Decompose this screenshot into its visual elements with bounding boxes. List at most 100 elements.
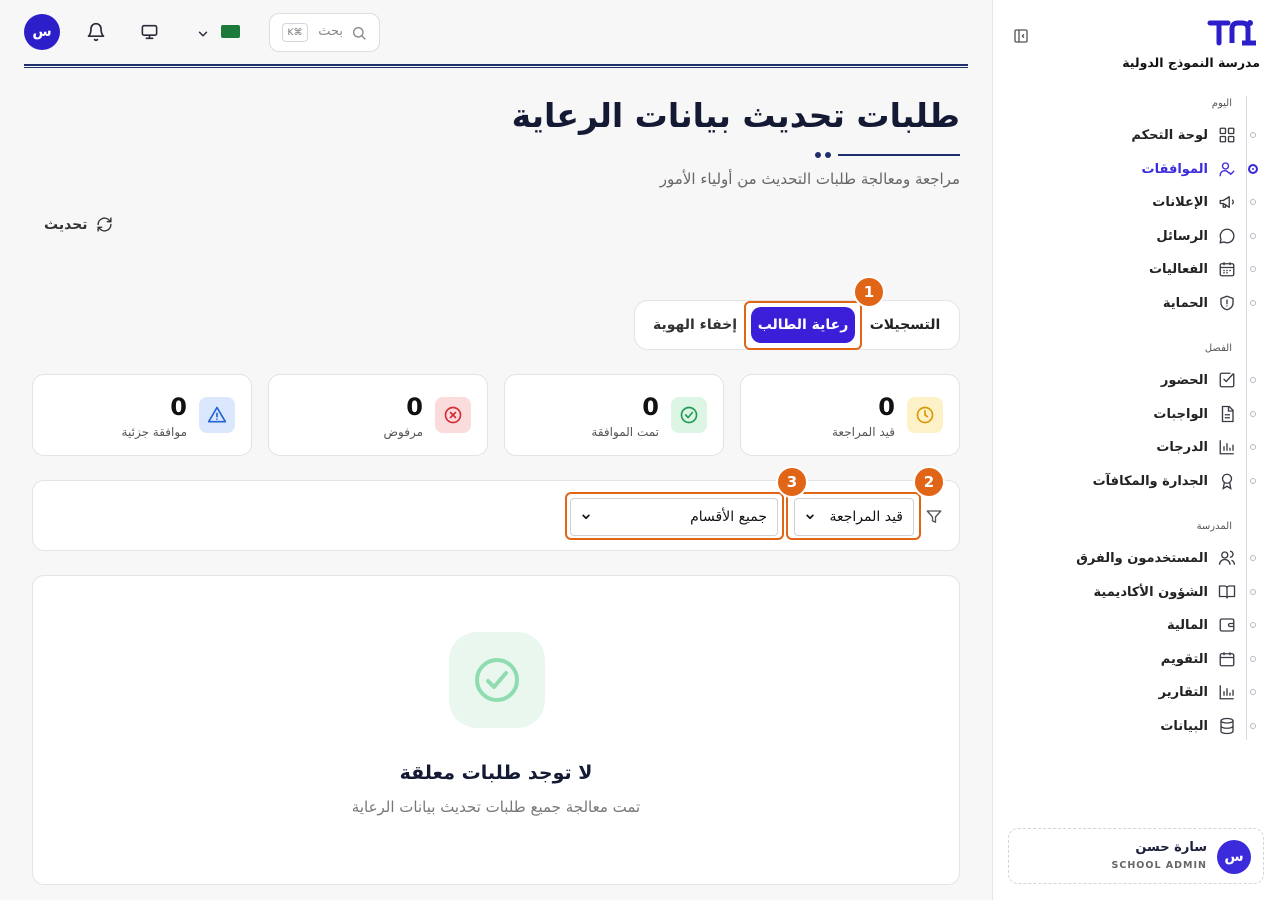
empty-state-title: لا توجد طلبات معلقة <box>399 762 593 784</box>
nav-dot <box>1248 164 1258 174</box>
dashboard-icon <box>1219 127 1235 143</box>
sidebar-item-academics[interactable]: الشؤون الأكاديمية <box>1016 579 1256 605</box>
stat-value: 0 <box>642 393 659 421</box>
sidebar-item-label: الإعلانات <box>1152 194 1208 210</box>
user-role: SCHOOL ADMIN <box>1111 860 1207 871</box>
nav-dot <box>1250 266 1256 272</box>
stat-value: 0 <box>170 393 187 421</box>
nav-dot <box>1250 199 1256 205</box>
warning-icon <box>199 397 235 433</box>
search-input[interactable]: K⌘ بحث <box>269 13 380 52</box>
sidebar-item-calendar[interactable]: التقويم <box>1016 646 1256 672</box>
language-flag-icon[interactable] <box>221 25 240 38</box>
sidebar-item-events[interactable]: الفعاليات <box>1016 256 1256 282</box>
sidebar-item-announcements[interactable]: الإعلانات <box>1016 189 1256 215</box>
shortcut-badge: K⌘ <box>282 23 308 42</box>
stat-label: موافقة جزئية <box>121 425 187 439</box>
nav-dot <box>1250 622 1256 628</box>
nav-dot <box>1250 589 1256 595</box>
calendar-icon <box>1219 262 1235 277</box>
sidebar-item-label: البيانات <box>1160 718 1208 734</box>
search-icon <box>353 27 366 40</box>
x-circle-icon <box>435 397 471 433</box>
sidebar-item-approvals[interactable]: الموافقات <box>1016 156 1258 182</box>
section-label-class: الفصل <box>1204 343 1232 354</box>
refresh-label: تحديث <box>44 216 88 233</box>
page-title: طلبات تحديث بيانات الرعاية <box>511 96 960 135</box>
chevron-down-icon[interactable] <box>196 24 210 44</box>
sidebar-item-label: الفعاليات <box>1148 261 1208 277</box>
nav-dot <box>1250 411 1256 417</box>
stat-label: مرفوض <box>383 425 424 439</box>
empty-state-panel: لا توجد طلبات معلقة تمت معالجة جميع طلبا… <box>32 575 960 885</box>
bar-chart-icon <box>1219 685 1234 700</box>
sidebar-item-label: الدرجات <box>1156 439 1208 455</box>
highlight-box-2 <box>786 492 921 540</box>
bell-icon[interactable] <box>86 22 106 42</box>
section-label-school: المدرسة <box>1196 521 1232 532</box>
clock-icon <box>907 397 943 433</box>
user-profile-card[interactable]: س سارة حسن SCHOOL ADMIN <box>1008 828 1264 884</box>
sidebar-item-safeguarding[interactable]: الحماية <box>1016 290 1256 316</box>
user-name: سارة حسن <box>1135 840 1207 855</box>
sidebar-item-homework[interactable]: الواجبات <box>1016 401 1256 427</box>
sidebar-item-label: الشؤون الأكاديمية <box>1093 584 1208 600</box>
sidebar-item-merits[interactable]: الجدارة والمكافآت <box>1016 468 1256 494</box>
stat-card-pending: 0 قيد المراجعة <box>740 374 960 456</box>
nav-dot <box>1250 300 1256 306</box>
stat-value: 0 <box>406 393 423 421</box>
sidebar-item-grades[interactable]: الدرجات <box>1016 434 1256 460</box>
page-subtitle: مراجعة ومعالجة طلبات التحديث من أولياء ا… <box>659 170 960 188</box>
sidebar-item-label: الرسائل <box>1156 228 1208 244</box>
sidebar-item-finance[interactable]: المالية <box>1016 612 1256 638</box>
calendar-icon <box>1219 652 1235 667</box>
chat-icon <box>1219 228 1235 244</box>
nav-dot <box>1250 233 1256 239</box>
empty-state-subtitle: تمت معالجة جميع طلبات تحديث بيانات الرعا… <box>351 798 641 816</box>
tab-registrations[interactable]: التسجيلات <box>863 307 947 343</box>
nav-dot <box>1250 444 1256 450</box>
sidebar-item-label: الحماية <box>1162 295 1208 311</box>
stat-value: 0 <box>878 393 895 421</box>
refresh-button[interactable]: تحديث <box>44 216 113 233</box>
header-divider <box>24 64 968 68</box>
user-avatar-button[interactable]: س <box>24 14 60 50</box>
check-circle-icon <box>449 632 545 728</box>
document-icon <box>1221 405 1234 423</box>
bar-chart-icon <box>1219 440 1234 455</box>
users-icon <box>1218 550 1236 565</box>
school-name: مدرسة النموذج الدولية <box>1122 55 1260 70</box>
stat-label: تمت الموافقة <box>591 425 659 439</box>
award-icon <box>1221 473 1233 490</box>
annotation-badge-1: 1 <box>853 276 885 308</box>
sidebar-item-label: التقارير <box>1158 684 1208 700</box>
nav-dot <box>1250 478 1256 484</box>
sidebar-item-messages[interactable]: الرسائل <box>1016 223 1256 249</box>
nav-dot <box>1250 377 1256 383</box>
checkbox-icon <box>1219 372 1235 388</box>
wallet-icon <box>1219 618 1235 632</box>
avatar: س <box>1217 840 1251 874</box>
annotation-badge-2: 2 <box>913 466 945 498</box>
stat-card-rejected: 0 مرفوض <box>268 374 488 456</box>
nav-dot <box>1250 689 1256 695</box>
sidebar-item-dashboard[interactable]: لوحة التحكم <box>1016 122 1256 148</box>
school-logo <box>1207 20 1256 46</box>
stat-label: قيد المراجعة <box>832 425 895 439</box>
stat-card-partial: 0 موافقة جزئية <box>32 374 252 456</box>
sidebar-item-label: الحضور <box>1160 372 1208 388</box>
sidebar-item-reports[interactable]: التقارير <box>1016 679 1256 705</box>
sidebar-collapse-icon[interactable] <box>1013 28 1029 44</box>
sidebar-item-users[interactable]: المستخدمون والفرق <box>1016 545 1256 571</box>
sidebar-item-data[interactable]: البيانات <box>1016 713 1256 739</box>
sidebar-item-attendance[interactable]: الحضور <box>1016 367 1256 393</box>
book-icon <box>1218 585 1236 599</box>
database-icon <box>1220 717 1234 735</box>
megaphone-icon <box>1219 196 1234 208</box>
monitor-icon[interactable] <box>140 22 159 42</box>
highlight-box-3 <box>565 492 784 540</box>
title-underline-decoration <box>815 152 960 158</box>
sidebar: مدرسة النموذج الدولية اليوم الفصل المدرس… <box>992 0 1280 900</box>
sidebar-item-label: لوحة التحكم <box>1131 127 1208 143</box>
tab-anonymize[interactable]: إخفاء الهوية <box>643 307 747 343</box>
